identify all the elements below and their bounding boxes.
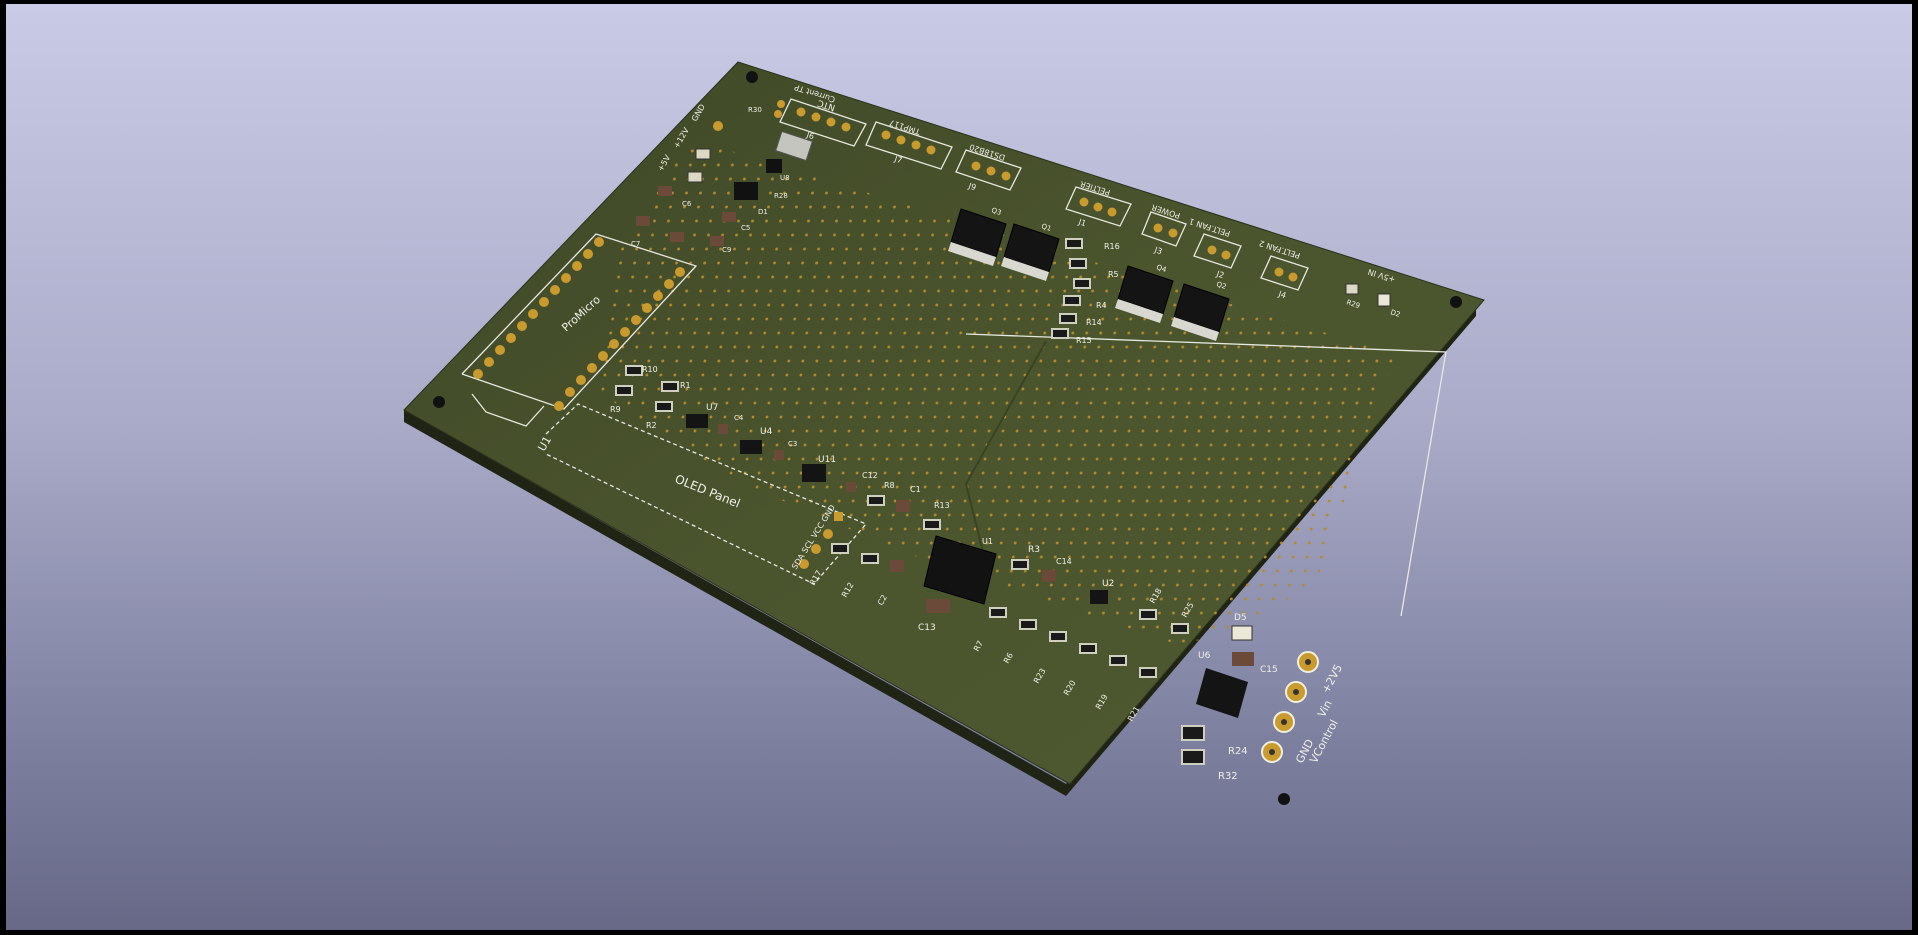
- svg-text:R1: R1: [680, 381, 691, 390]
- svg-text:+2V5: +2V5: [1319, 662, 1345, 695]
- mounting-hole: [746, 71, 758, 83]
- svg-text:C1: C1: [910, 485, 921, 494]
- svg-text:R28: R28: [774, 192, 788, 200]
- svg-text:R3: R3: [1028, 545, 1040, 555]
- svg-text:R9: R9: [610, 405, 621, 414]
- svg-text:D5: D5: [1234, 613, 1247, 623]
- 3d-viewer-canvas[interactable]: ProMicro U1 OLED Panel SDA SCL VCC GND C…: [6, 4, 1912, 930]
- svg-text:R15: R15: [1076, 336, 1092, 345]
- svg-text:U4: U4: [760, 427, 773, 437]
- svg-text:C6: C6: [682, 200, 692, 208]
- svg-text:C15: C15: [1260, 665, 1278, 675]
- svg-text:C12: C12: [862, 471, 878, 480]
- svg-text:C13: C13: [918, 623, 936, 633]
- svg-text:R16: R16: [1104, 242, 1120, 251]
- svg-text:U7: U7: [706, 403, 718, 413]
- svg-text:R5: R5: [1108, 270, 1119, 279]
- svg-text:C9: C9: [722, 246, 731, 254]
- svg-text:U1: U1: [982, 537, 993, 546]
- svg-text:U8: U8: [780, 174, 790, 182]
- svg-text:Vin: Vin: [1315, 698, 1335, 719]
- svg-text:R14: R14: [1086, 318, 1102, 327]
- svg-text:R4: R4: [1096, 301, 1107, 310]
- svg-text:R13: R13: [934, 501, 950, 510]
- svg-text:R10: R10: [642, 365, 658, 374]
- svg-text:C4: C4: [734, 414, 744, 422]
- svg-text:U2: U2: [1102, 579, 1114, 589]
- svg-text:U6: U6: [1198, 651, 1211, 661]
- svg-text:C7: C7: [631, 240, 640, 248]
- mounting-hole: [1278, 793, 1290, 805]
- svg-text:C3: C3: [788, 440, 797, 448]
- mounting-hole: [433, 396, 445, 408]
- svg-text:R24: R24: [1228, 746, 1248, 757]
- svg-text:R32: R32: [1218, 771, 1238, 782]
- svg-text:R8: R8: [884, 481, 895, 490]
- svg-text:C14: C14: [1056, 557, 1072, 566]
- svg-text:U11: U11: [818, 455, 836, 465]
- svg-text:R30: R30: [748, 106, 762, 114]
- pcb-3d-render[interactable]: ProMicro U1 OLED Panel SDA SCL VCC GND C…: [6, 4, 1912, 930]
- mounting-hole: [1450, 296, 1462, 308]
- svg-text:D1: D1: [758, 208, 768, 216]
- svg-text:R2: R2: [646, 421, 657, 430]
- svg-text:C5: C5: [741, 224, 750, 232]
